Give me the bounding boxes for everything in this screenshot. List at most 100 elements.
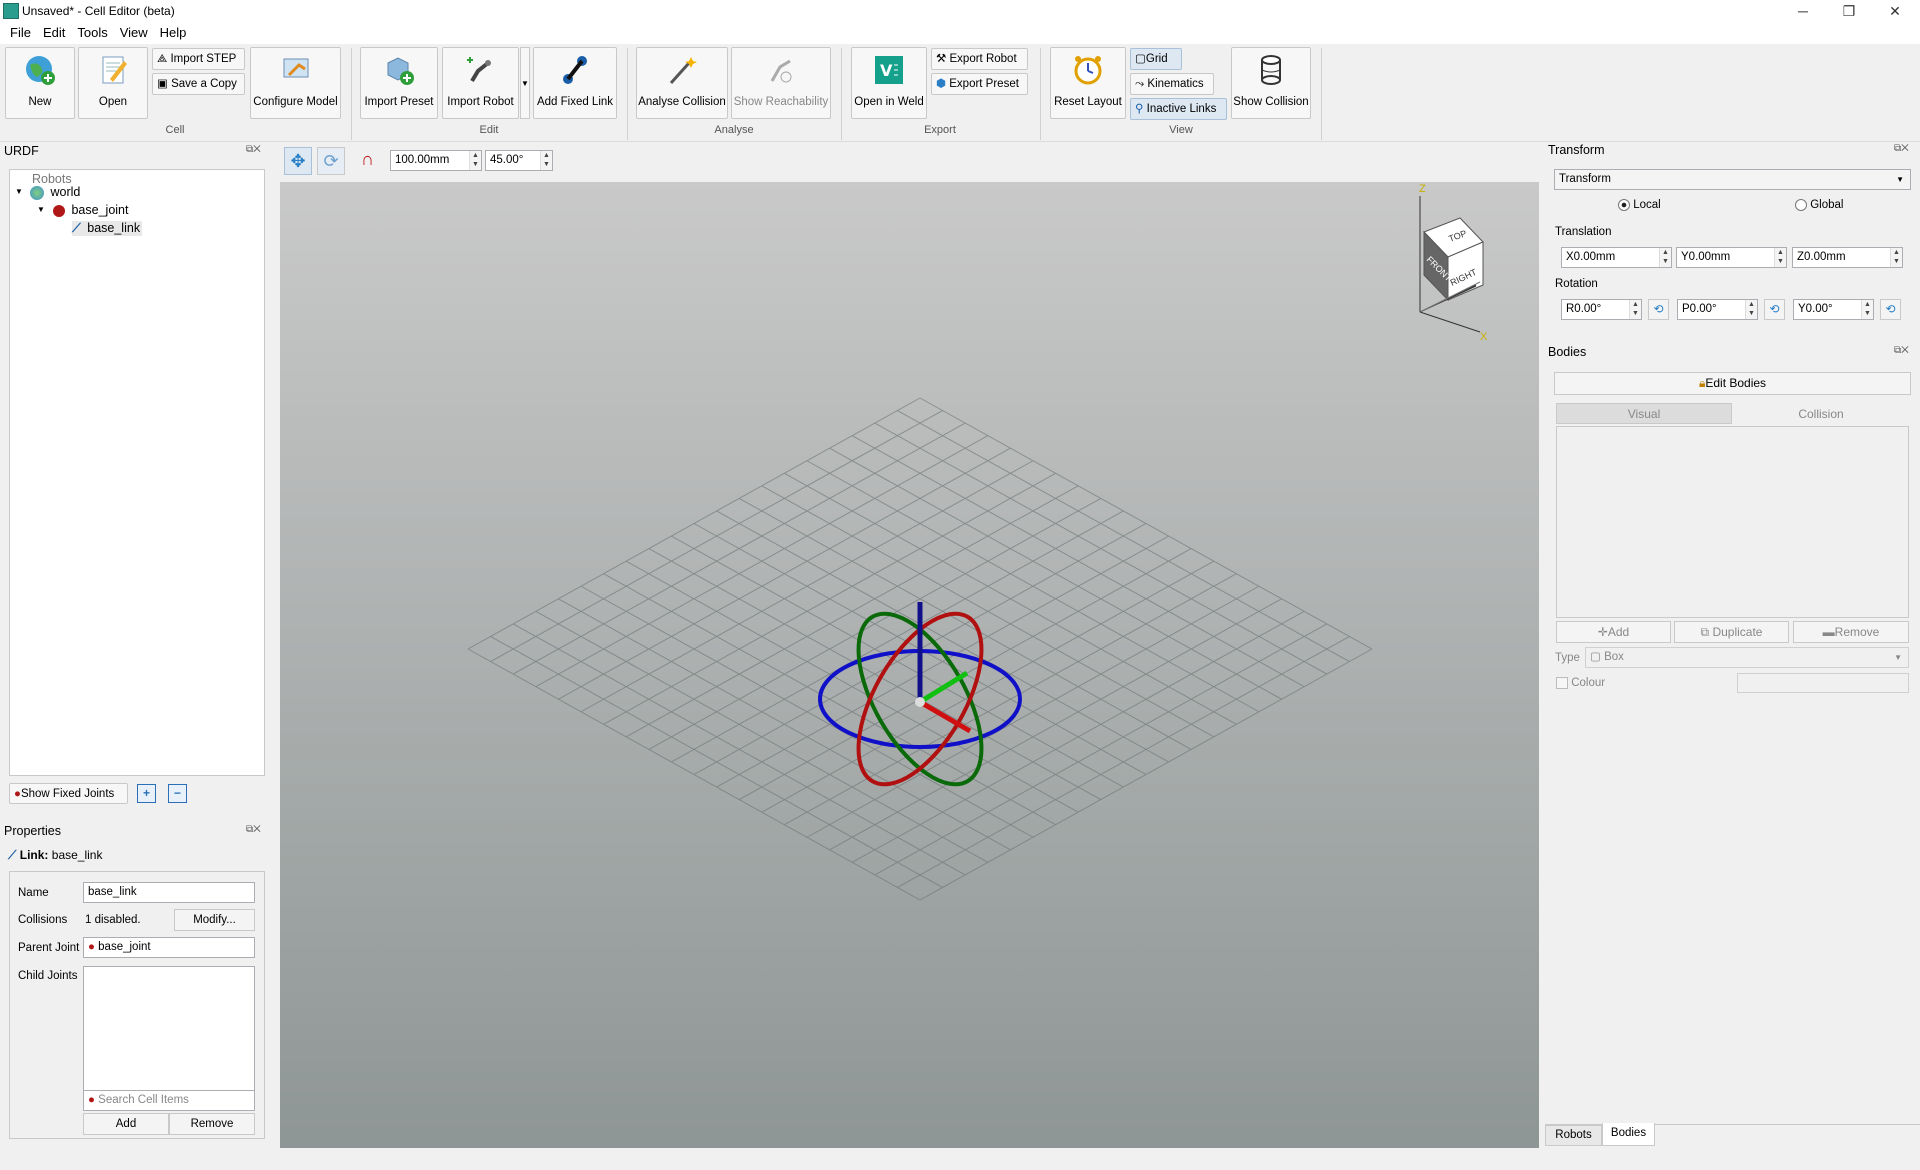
- ribbon-separator: [1321, 48, 1322, 140]
- properties-dock-buttons[interactable]: ⧉✕: [246, 824, 261, 835]
- search-placeholder: Search Cell Items: [98, 1094, 189, 1106]
- translation-x-field[interactable]: X0.00mm ▲ ▼: [1561, 247, 1672, 268]
- snap-angle-field[interactable]: 45.00° ▲ ▼: [485, 150, 553, 171]
- import-robot-button[interactable]: Import Robot: [442, 47, 519, 119]
- import-preset-button[interactable]: Import Preset: [360, 47, 438, 119]
- urdf-dock-buttons[interactable]: ⧉✕: [246, 144, 261, 155]
- export-robot-button[interactable]: ⚒ Export Robot: [931, 48, 1028, 70]
- rotate-tool-button[interactable]: ⟳: [317, 147, 345, 175]
- transform-dock-buttons[interactable]: ⧉✕: [1894, 143, 1909, 154]
- open-in-weld-button[interactable]: V Open in Weld: [851, 47, 927, 119]
- chevron-down-icon: ▼: [1896, 175, 1904, 184]
- close-button[interactable]: ✕: [1872, 0, 1918, 22]
- view-group-label: View: [1169, 124, 1193, 136]
- show-collision-button[interactable]: Show Collision: [1231, 47, 1311, 119]
- spinner-arrows-icon[interactable]: ▲ ▼: [1629, 300, 1641, 319]
- expand-arrow-icon[interactable]: ▼: [37, 205, 45, 214]
- global-radio[interactable]: Global: [1795, 199, 1843, 211]
- view-cube[interactable]: TOP FRONT RIGHT Z X: [1419, 183, 1488, 343]
- rotation-y-field[interactable]: Y0.00° ▲ ▼: [1793, 299, 1874, 320]
- modify-collisions-button[interactable]: Modify...: [174, 909, 255, 931]
- spinner-arrows-icon[interactable]: ▲ ▼: [1659, 248, 1671, 267]
- translate-tool-button[interactable]: ✥: [284, 147, 312, 175]
- remove-body-button[interactable]: ▬Remove: [1793, 621, 1909, 643]
- menu-edit[interactable]: Edit: [37, 22, 71, 40]
- expand-all-button[interactable]: +: [137, 784, 156, 803]
- collisions-value: 1 disabled.: [85, 914, 141, 926]
- search-cell-items-input[interactable]: ● Search Cell Items: [83, 1090, 255, 1111]
- inactive-links-toggle[interactable]: ⚲ Inactive Links: [1130, 98, 1227, 120]
- 3d-viewport[interactable]: TOP FRONT RIGHT Z X: [280, 182, 1539, 1148]
- child-joints-label: Child Joints: [18, 970, 78, 982]
- tree-item-base-joint[interactable]: base_joint: [53, 203, 128, 217]
- urdf-tree[interactable]: Robots ▼ world ▼ base_joint ⟋ base_link: [9, 169, 265, 776]
- bodies-list[interactable]: [1556, 426, 1909, 618]
- local-radio[interactable]: Local: [1618, 199, 1661, 211]
- preset-icon: ⬢: [936, 78, 947, 90]
- edit-bodies-button[interactable]: 🔒︎Edit Bodies: [1554, 372, 1911, 395]
- translation-label: Translation: [1555, 226, 1612, 238]
- rotation-y-rotate-button[interactable]: ⟲: [1880, 299, 1901, 320]
- menu-file[interactable]: File: [4, 22, 37, 40]
- translation-z-field[interactable]: Z0.00mm ▲ ▼: [1792, 247, 1903, 268]
- reset-layout-button[interactable]: Reset Layout: [1050, 47, 1126, 119]
- grid-toggle[interactable]: ▢Grid: [1130, 48, 1182, 70]
- remove-child-joint-button[interactable]: Remove: [169, 1113, 255, 1135]
- tree-item-robots[interactable]: Robots: [32, 172, 72, 186]
- add-fixed-link-button[interactable]: Add Fixed Link: [533, 47, 617, 119]
- spinner-arrows-icon[interactable]: ▲ ▼: [540, 151, 552, 170]
- gizmo-y-axis[interactable]: [918, 670, 969, 705]
- translation-y-field[interactable]: Y0.00mm ▲ ▼: [1676, 247, 1787, 268]
- colour-picker[interactable]: [1737, 673, 1909, 693]
- spinner-arrows-icon[interactable]: ▲ ▼: [1745, 300, 1757, 319]
- save-copy-button[interactable]: ▣ Save a Copy: [152, 73, 245, 95]
- rotation-r-field[interactable]: R0.00° ▲ ▼: [1561, 299, 1642, 320]
- tab-robots[interactable]: Robots: [1545, 1125, 1602, 1146]
- add-fixed-link-label: Add Fixed Link: [536, 96, 614, 108]
- tree-item-world[interactable]: world: [30, 185, 80, 200]
- show-fixed-joints-toggle[interactable]: ●Show Fixed Joints: [9, 783, 128, 804]
- expand-arrow-icon[interactable]: ▼: [15, 187, 23, 196]
- import-robot-dropdown[interactable]: ▼: [520, 47, 530, 119]
- parent-joint-field[interactable]: ● base_joint: [83, 937, 255, 958]
- duplicate-body-button[interactable]: ⧉ Duplicate: [1674, 621, 1789, 643]
- transform-mode-select[interactable]: Transform ▼: [1554, 169, 1911, 190]
- add-body-button[interactable]: ✛Add: [1556, 621, 1671, 643]
- name-field[interactable]: base_link: [83, 882, 255, 903]
- kinematics-toggle[interactable]: ⤳ Kinematics: [1130, 73, 1214, 95]
- rotation-p-rotate-button[interactable]: ⟲: [1764, 299, 1785, 320]
- configure-model-button[interactable]: Configure Model: [250, 47, 341, 119]
- child-joints-list[interactable]: [83, 966, 255, 1091]
- spinner-arrows-icon[interactable]: ▲ ▼: [469, 151, 481, 170]
- gizmo-origin: [915, 697, 925, 707]
- export-preset-button[interactable]: ⬢ Export Preset: [931, 73, 1028, 95]
- bodies-dock-buttons[interactable]: ⧉✕: [1894, 345, 1909, 356]
- spinner-arrows-icon[interactable]: ▲ ▼: [1861, 300, 1873, 319]
- show-reachability-button[interactable]: Show Reachability: [731, 47, 831, 119]
- tab-collision[interactable]: Collision: [1733, 403, 1909, 424]
- collapse-all-button[interactable]: −: [168, 784, 187, 803]
- snap-distance-field[interactable]: 100.00mm ▲ ▼: [390, 150, 482, 171]
- import-step-button[interactable]: ⟁ Import STEP: [152, 48, 245, 70]
- colour-checkbox[interactable]: Colour: [1556, 677, 1605, 689]
- spinner-arrows-icon[interactable]: ▲ ▼: [1890, 248, 1902, 267]
- tab-visual[interactable]: Visual: [1556, 403, 1732, 424]
- analyse-collision-button[interactable]: Analyse Collision: [636, 47, 728, 119]
- rotation-r-rotate-button[interactable]: ⟲: [1648, 299, 1669, 320]
- menu-tools[interactable]: Tools: [71, 22, 113, 40]
- menu-help[interactable]: Help: [154, 22, 193, 40]
- open-button[interactable]: Open: [78, 47, 148, 119]
- ribbon-separator: [1040, 48, 1041, 140]
- menu-view[interactable]: View: [114, 22, 154, 40]
- spinner-arrows-icon[interactable]: ▲ ▼: [1774, 248, 1786, 267]
- transform-gizmo[interactable]: [818, 594, 1022, 804]
- restore-button[interactable]: ❐: [1826, 0, 1872, 22]
- snap-magnet-toggle[interactable]: ∩: [361, 149, 374, 170]
- body-type-select[interactable]: ▢ Box ▼: [1585, 647, 1909, 668]
- minimize-button[interactable]: ─: [1780, 0, 1826, 22]
- tab-bodies[interactable]: Bodies: [1602, 1123, 1655, 1146]
- tree-item-base-link[interactable]: ⟋ base_link: [72, 221, 143, 236]
- add-child-joint-button[interactable]: Add: [83, 1113, 169, 1135]
- rotation-p-field[interactable]: P0.00° ▲ ▼: [1677, 299, 1758, 320]
- new-button[interactable]: New: [5, 47, 75, 119]
